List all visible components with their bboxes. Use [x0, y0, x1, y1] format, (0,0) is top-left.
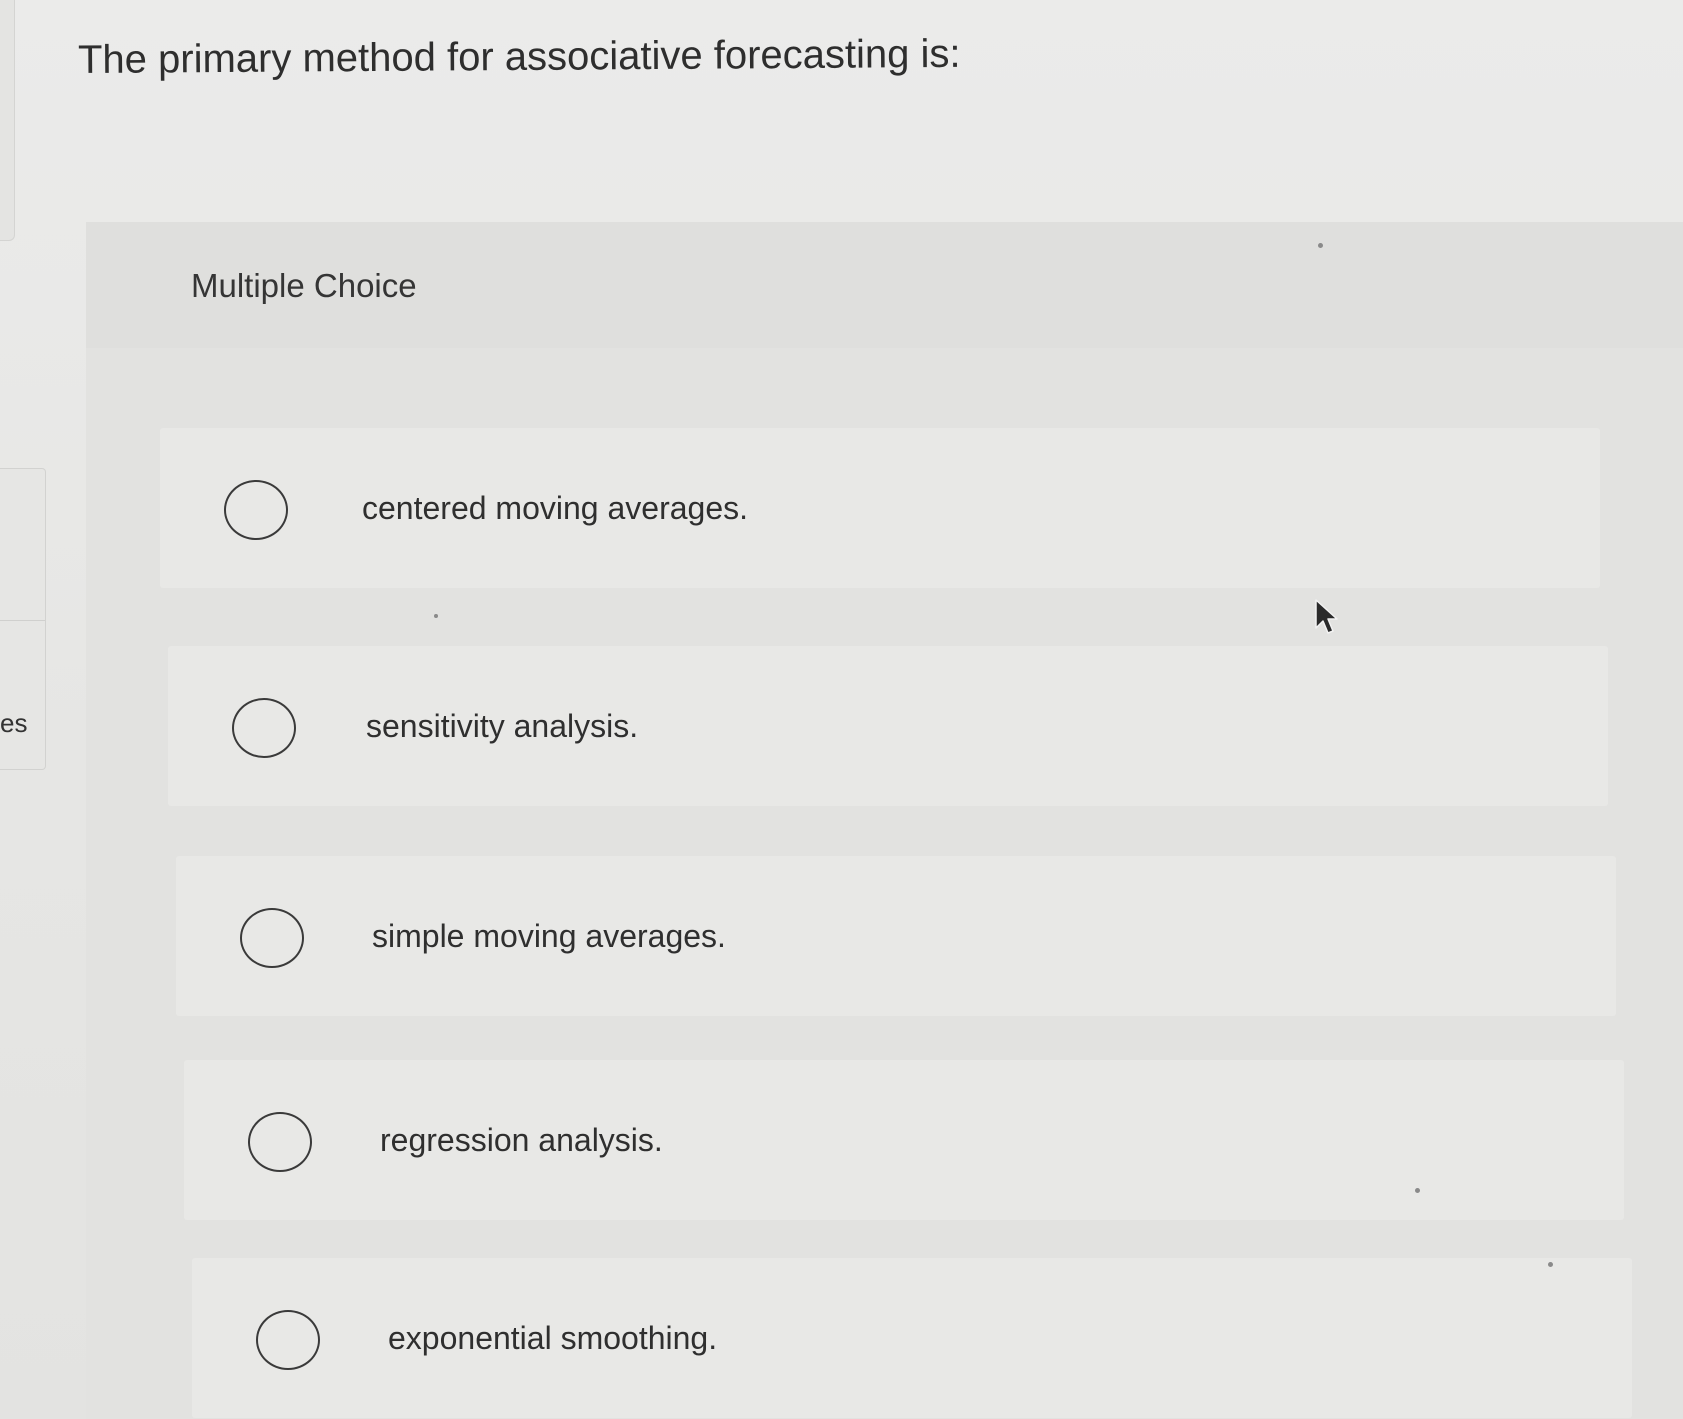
- multiple-choice-header: Multiple Choice: [86, 222, 1683, 348]
- answer-option-label: exponential smoothing.: [388, 1320, 718, 1356]
- sidebar-tab-divider: [0, 620, 45, 621]
- quiz-page: es The primary method for associative fo…: [0, 0, 1683, 1419]
- question-type-label: Multiple Choice: [191, 267, 417, 304]
- radio-circle-icon[interactable]: [256, 1310, 320, 1370]
- question-prompt: The primary method for associative forec…: [77, 31, 961, 82]
- answer-option-label: simple moving averages.: [372, 918, 726, 954]
- sidebar-edge: [0, 0, 15, 241]
- sidebar-tab-text-fragment: es: [0, 708, 28, 738]
- multiple-choice-panel: Multiple Choice centered moving averages…: [86, 222, 1683, 1419]
- answer-option-5[interactable]: exponential smoothing.: [192, 1258, 1632, 1418]
- radio-circle-icon[interactable]: [240, 908, 304, 968]
- answer-option-1[interactable]: centered moving averages.: [160, 428, 1600, 588]
- dust-speck: [1415, 1188, 1420, 1193]
- radio-circle-icon[interactable]: [232, 698, 296, 758]
- radio-circle-icon[interactable]: [224, 480, 288, 540]
- mouse-pointer-icon: [1315, 599, 1338, 634]
- answer-option-label: sensitivity analysis.: [366, 708, 639, 744]
- dust-speck: [1318, 243, 1323, 248]
- answer-option-2[interactable]: sensitivity analysis.: [168, 646, 1608, 806]
- answer-option-3[interactable]: simple moving averages.: [176, 856, 1616, 1016]
- dust-speck: [434, 614, 438, 618]
- answer-option-label: centered moving averages.: [362, 490, 748, 526]
- dust-speck: [1548, 1262, 1553, 1267]
- answer-option-label: regression analysis.: [380, 1122, 663, 1158]
- radio-circle-icon[interactable]: [248, 1112, 312, 1172]
- answer-option-4[interactable]: regression analysis.: [184, 1060, 1624, 1220]
